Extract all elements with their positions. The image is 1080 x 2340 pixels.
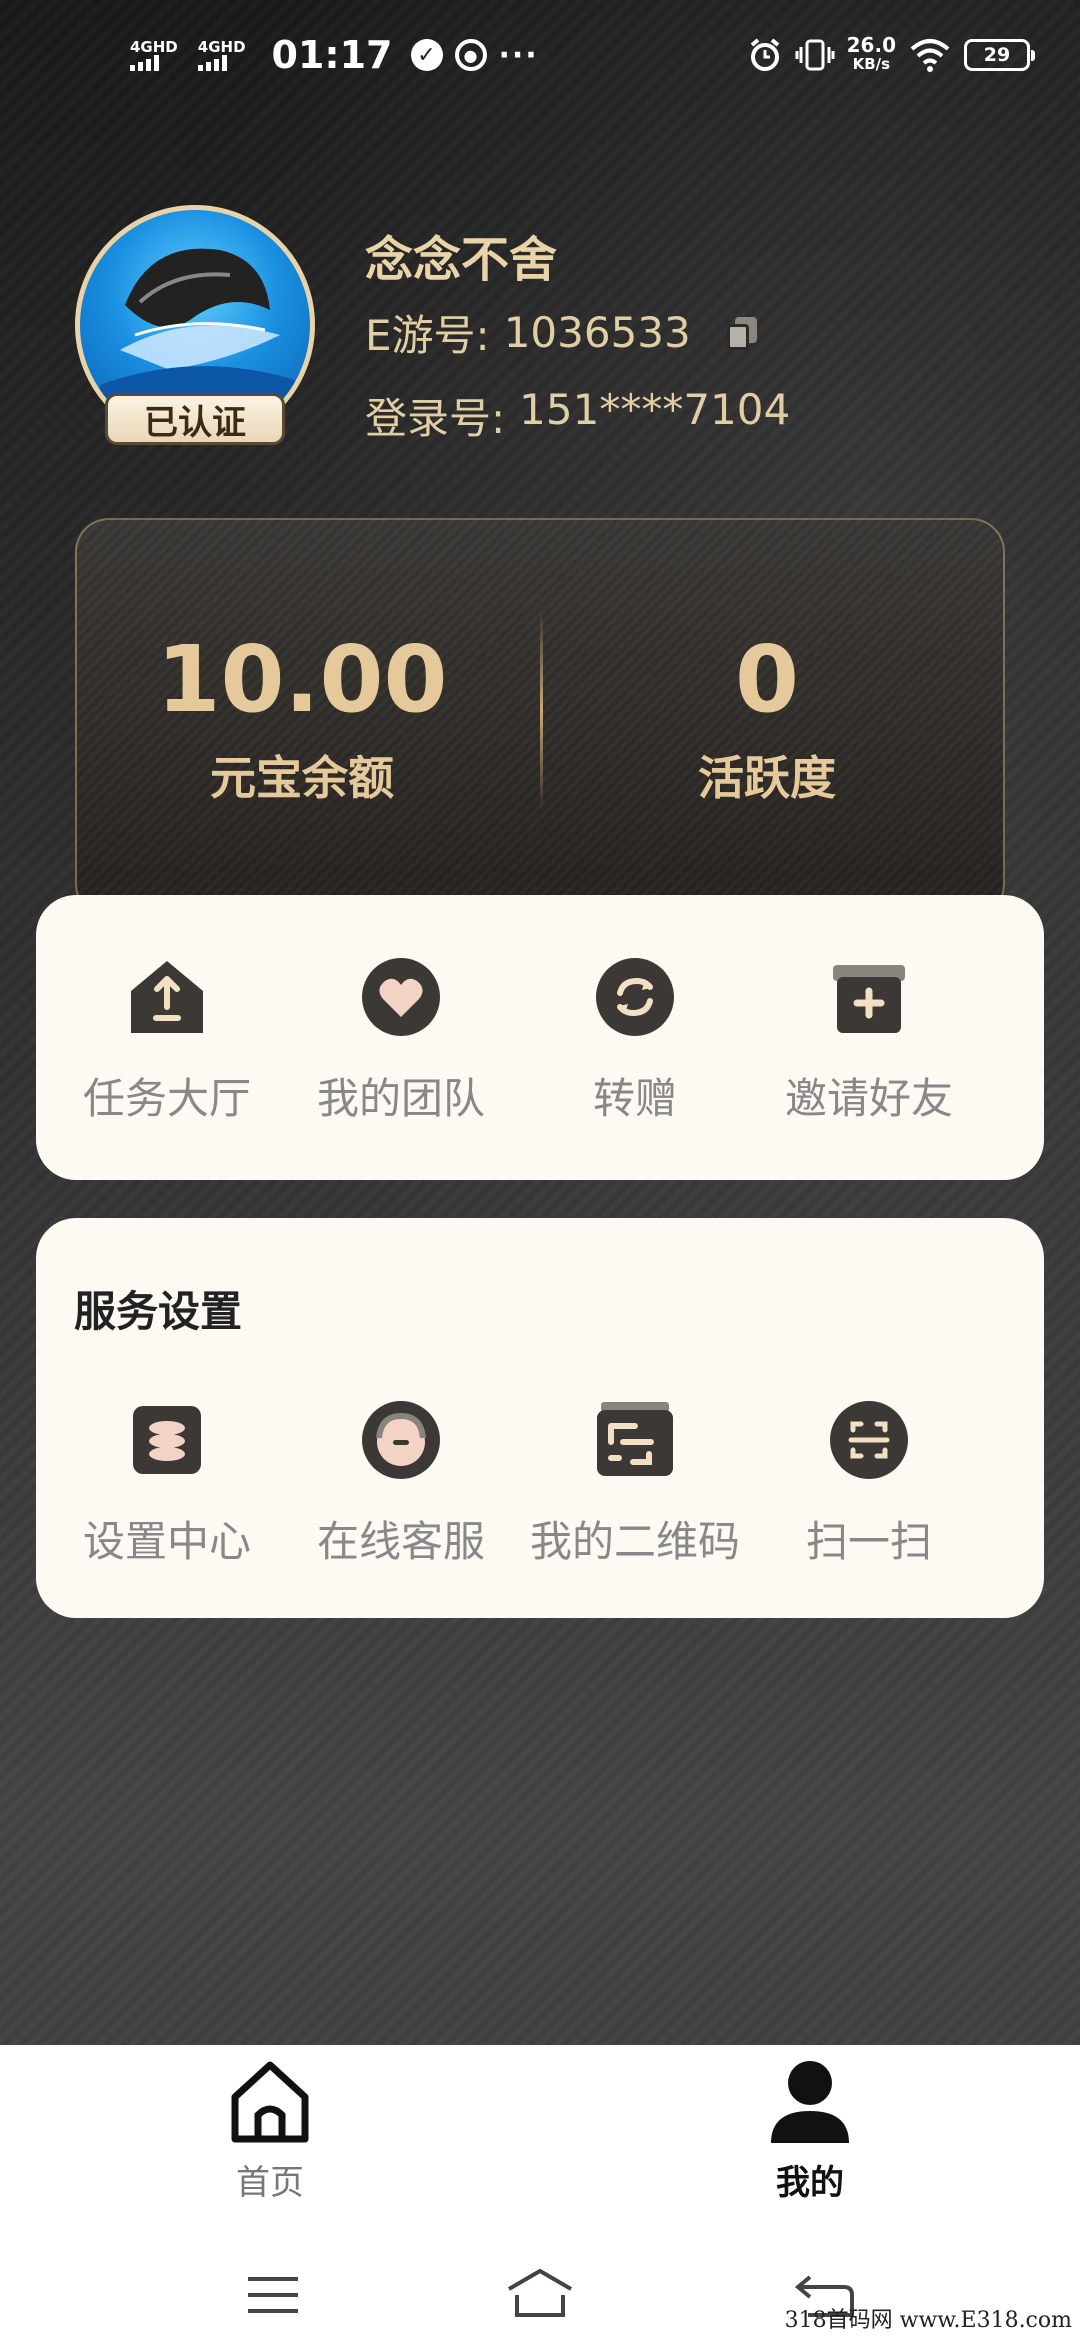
network-speed-value: 26.0 bbox=[846, 33, 896, 57]
q-app-icon: ● bbox=[454, 39, 487, 71]
service-settings-title: 服务设置 bbox=[74, 1287, 243, 1336]
login-value: 151****7104 bbox=[519, 385, 791, 434]
yuanbao-value: 10.00 bbox=[156, 626, 448, 733]
bottom-tab-bar: 首页 我的 318首码网 www.E318.com bbox=[0, 2045, 1080, 2340]
tab-home[interactable]: 首页 bbox=[160, 2057, 380, 2204]
gift-icon bbox=[833, 965, 905, 1033]
check-circle-icon: ✓ bbox=[410, 39, 443, 71]
activity-label: 活跃度 bbox=[698, 751, 836, 805]
status-right: 26.0 KB/s 29 bbox=[747, 33, 1035, 74]
settings-center-icon bbox=[133, 1406, 201, 1474]
eid-value: 1036533 bbox=[503, 308, 691, 357]
alarm-icon bbox=[750, 38, 779, 71]
service-online-support[interactable]: 在线客服 bbox=[284, 1398, 518, 1569]
quick-action-my-team[interactable]: 我的团队 bbox=[284, 955, 518, 1126]
quick-action-transfer[interactable]: 转赠 bbox=[518, 955, 752, 1126]
heart-icon bbox=[362, 958, 440, 1036]
avatar-container[interactable]: 已认证 bbox=[75, 205, 315, 455]
quick-action-label: 邀请好友 bbox=[784, 1074, 953, 1123]
eid-label: E游号: bbox=[365, 311, 490, 360]
quick-action-label: 任务大厅 bbox=[82, 1074, 251, 1123]
vibrate-icon bbox=[795, 39, 835, 71]
login-label: 登录号: bbox=[365, 394, 506, 443]
signal-1-label: 4GHD bbox=[130, 38, 178, 56]
signal-2: 4GHD bbox=[197, 38, 246, 71]
signal-bars-icon bbox=[197, 55, 227, 71]
network-speed-unit: KB/s bbox=[852, 55, 891, 73]
service-label: 我的二维码 bbox=[529, 1517, 740, 1566]
service-label: 设置中心 bbox=[82, 1517, 251, 1566]
service-label: 在线客服 bbox=[316, 1517, 485, 1566]
status-time: 01:17 bbox=[271, 33, 393, 77]
quick-action-task-hall[interactable]: 任务大厅 bbox=[50, 955, 284, 1126]
qr-code-icon bbox=[597, 1402, 673, 1476]
wifi-icon bbox=[910, 39, 950, 72]
signal-1: 4GHD bbox=[130, 39, 178, 71]
quick-action-invite-friends[interactable]: 邀请好友 bbox=[752, 955, 986, 1126]
task-hall-icon bbox=[131, 961, 203, 1033]
home-icon bbox=[231, 2061, 309, 2143]
verified-badge: 已认证 bbox=[105, 393, 285, 445]
transfer-icon bbox=[596, 958, 674, 1036]
service-label: 扫一扫 bbox=[805, 1517, 932, 1566]
copy-icon[interactable] bbox=[725, 315, 761, 351]
quick-actions-grid: 任务大厅 我的团队 转赠 邀请好友 bbox=[50, 955, 1058, 1126]
signal-2-label: 4GHD bbox=[197, 38, 246, 56]
activity[interactable]: 0 活跃度 bbox=[557, 630, 977, 808]
service-my-qr-code[interactable]: 我的二维码 bbox=[518, 1398, 752, 1569]
service-scan[interactable]: 扫一扫 bbox=[752, 1398, 986, 1569]
more-notifications-icon: ··· bbox=[498, 37, 539, 73]
nickname: 念念不舍 bbox=[365, 232, 558, 288]
yuanbao-label: 元宝余额 bbox=[210, 751, 394, 805]
tab-mine[interactable]: 我的 bbox=[700, 2057, 920, 2204]
user-icon bbox=[771, 2061, 849, 2143]
service-settings-center[interactable]: 设置中心 bbox=[50, 1398, 284, 1569]
watermark: 318首码网 www.E318.com bbox=[784, 2308, 1072, 2333]
eid-row: E游号: 1036533 bbox=[365, 302, 761, 363]
menu-icon[interactable] bbox=[238, 2265, 308, 2325]
quick-actions-card: 任务大厅 我的团队 转赠 邀请好友 bbox=[36, 895, 1044, 1180]
signal-bars-icon bbox=[130, 55, 159, 71]
customer-service-icon bbox=[362, 1401, 440, 1479]
login-row: 登录号: 151****7104 bbox=[365, 385, 790, 446]
balance-card: 10.00 元宝余额 0 活跃度 bbox=[75, 518, 1005, 918]
network-speed: 26.0 KB/s bbox=[846, 33, 896, 74]
status-left: 4GHD 4GHD 01:17 ✓ ● ··· bbox=[130, 33, 539, 77]
quick-action-label: 转赠 bbox=[592, 1074, 677, 1123]
service-settings-card: 服务设置 设置中心 在线客服 我的二维码 扫一扫 bbox=[36, 1218, 1044, 1618]
balance-divider bbox=[540, 610, 543, 810]
quick-action-label: 我的团队 bbox=[316, 1074, 485, 1123]
battery-icon: 29 bbox=[964, 39, 1035, 71]
tab-home-label: 首页 bbox=[236, 2163, 304, 2203]
status-bar: 4GHD 4GHD 01:17 ✓ ● ··· 26.0 KB/s 29 bbox=[0, 0, 1080, 110]
yuanbao-balance[interactable]: 10.00 元宝余额 bbox=[92, 630, 512, 808]
home-nav-icon[interactable] bbox=[505, 2265, 575, 2325]
scan-icon bbox=[830, 1401, 908, 1479]
activity-value: 0 bbox=[734, 626, 799, 733]
service-grid: 设置中心 在线客服 我的二维码 扫一扫 bbox=[50, 1398, 1058, 1569]
tab-mine-label: 我的 bbox=[776, 2163, 844, 2203]
